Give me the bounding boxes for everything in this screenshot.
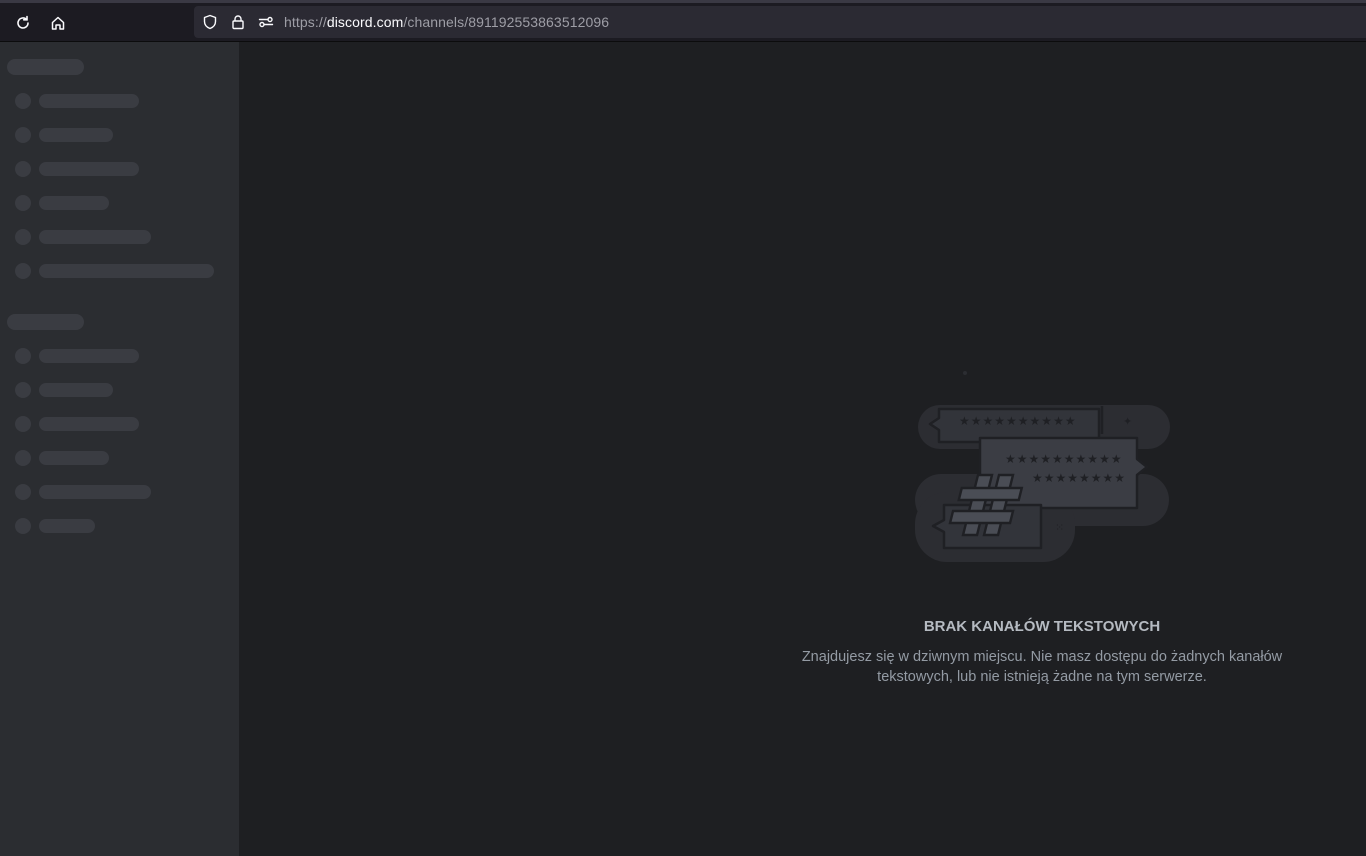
category-placeholder <box>7 59 84 75</box>
channel-placeholder <box>0 193 239 213</box>
channel-placeholder <box>0 448 239 468</box>
channel-placeholder-bar <box>39 196 109 210</box>
channel-placeholder-icon <box>15 348 31 364</box>
channel-placeholder-icon <box>15 484 31 500</box>
channel-placeholder-bar <box>39 128 113 142</box>
channel-placeholder-icon <box>15 382 31 398</box>
no-text-channels-illustration: ★★★★★★★★★★ ✦ ★★★★★★★★★★ ★★★★★★★★ ⁙ <box>915 371 1170 562</box>
url-domain: discord.com <box>326 14 404 30</box>
channel-placeholder-bar <box>39 519 95 533</box>
home-button[interactable] <box>44 9 72 37</box>
category-placeholder <box>7 314 84 330</box>
channel-placeholder-icon <box>15 416 31 432</box>
svg-text:★★★★★★★★★★: ★★★★★★★★★★ <box>959 414 1077 428</box>
svg-text:★★★★★★★★: ★★★★★★★★ <box>1032 471 1126 485</box>
channel-placeholder <box>0 125 239 145</box>
channel-placeholder-bar <box>39 162 139 176</box>
reload-icon <box>17 15 29 29</box>
address-bar[interactable]: https://discord.com/channels/89119255386… <box>194 6 1366 38</box>
browser-toolbar: https://discord.com/channels/89119255386… <box>0 0 1366 42</box>
channel-placeholder-bar <box>39 94 139 108</box>
reload-button[interactable] <box>9 9 37 37</box>
svg-text:✦: ✦ <box>1123 415 1132 428</box>
channel-placeholder-icon <box>15 93 31 109</box>
url-text[interactable]: https://discord.com/channels/89119255386… <box>284 14 609 30</box>
channel-placeholder <box>0 380 239 400</box>
home-icon <box>51 16 65 30</box>
url-path: /channels/891192553863512096 <box>403 14 610 30</box>
channel-placeholder-bar <box>39 230 151 244</box>
channel-placeholder <box>0 414 239 434</box>
lock-icon[interactable] <box>230 14 246 30</box>
channel-placeholder-bar <box>39 485 151 499</box>
channel-placeholder-icon <box>15 518 31 534</box>
channel-placeholder-bar <box>39 417 139 431</box>
channel-placeholder-icon <box>15 263 31 279</box>
empty-state-description: Znajdujesz się w dziwnym miejscu. Nie ma… <box>801 649 1283 685</box>
url-protocol: https:// <box>284 14 327 30</box>
channel-placeholder-bar <box>39 451 109 465</box>
channel-placeholder <box>0 346 239 366</box>
channel-placeholder-bar <box>39 264 214 278</box>
channel-sidebar-skeleton <box>0 42 239 856</box>
channel-placeholder <box>0 227 239 247</box>
channel-placeholder-icon <box>15 450 31 466</box>
svg-text:★★★★★★★★★★: ★★★★★★★★★★ <box>1005 452 1123 466</box>
svg-text:⁙: ⁙ <box>1055 521 1064 534</box>
channel-placeholder <box>0 261 239 281</box>
main-content: ★★★★★★★★★★ ✦ ★★★★★★★★★★ ★★★★★★★★ ⁙ BRAK … <box>239 42 1366 856</box>
channel-placeholder <box>0 516 239 536</box>
channel-placeholder <box>0 482 239 502</box>
channel-placeholder-icon <box>15 229 31 245</box>
permissions-icon[interactable] <box>258 14 274 30</box>
channel-placeholder-bar <box>39 349 139 363</box>
empty-state-title: BRAK KANAŁÓW TEKSTOWYCH <box>923 618 1161 635</box>
channel-placeholder <box>0 91 239 111</box>
channel-placeholder-bar <box>39 383 113 397</box>
channel-placeholder-icon <box>15 161 31 177</box>
channel-placeholder <box>0 159 239 179</box>
channel-placeholder-icon <box>15 195 31 211</box>
shield-icon[interactable] <box>202 14 218 30</box>
channel-placeholder-icon <box>15 127 31 143</box>
